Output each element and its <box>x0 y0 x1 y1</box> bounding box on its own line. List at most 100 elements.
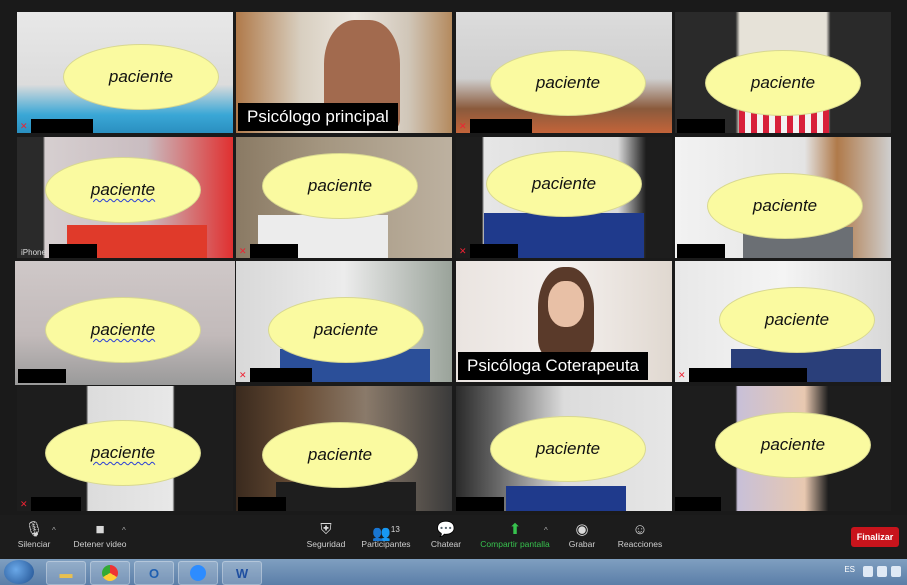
participant-tile[interactable]: paciente ✕ <box>17 386 233 511</box>
participant-tile-host[interactable]: Psicólogo principal <box>236 12 452 133</box>
video-label: Detener video <box>73 539 127 549</box>
redacted-name <box>456 497 504 511</box>
muted-icon: ✕ <box>20 499 28 509</box>
anonymizing-ellipse: paciente <box>63 44 219 110</box>
reactions-label: Reacciones <box>617 539 663 549</box>
participant-label: paciente <box>531 174 597 193</box>
end-meeting-button[interactable]: Finalizar <box>851 527 899 547</box>
anonymizing-ellipse: paciente <box>45 420 201 486</box>
tray-icon[interactable] <box>877 566 887 577</box>
anonymizing-ellipse: paciente <box>715 412 871 478</box>
therapist-label: Psicóloga Coterapeuta <box>458 352 649 380</box>
participants-label: Participantes <box>361 539 411 549</box>
stop-video-button[interactable]: ■ Detener video <box>72 521 128 549</box>
share-label: Compartir pantalla <box>480 539 550 549</box>
outlook-letter: O <box>148 565 160 581</box>
people-icon: 👥13 <box>372 525 400 542</box>
windows-taskbar: ▬ O W ES <box>0 559 907 585</box>
participant-tile-cotherapist[interactable]: Psicóloga Coterapeuta <box>456 261 672 382</box>
muted-icon: ✕ <box>20 121 28 131</box>
record-button[interactable]: ◉ Grabar <box>566 521 598 549</box>
zoom-icon[interactable] <box>178 561 218 585</box>
redacted-name <box>470 119 532 133</box>
chat-label: Chatear <box>430 539 462 549</box>
anonymizing-ellipse: paciente <box>705 50 861 116</box>
security-label: Seguridad <box>306 539 346 549</box>
participant-tile-active-speaker[interactable]: paciente <box>15 261 235 385</box>
mute-button[interactable]: 🎙 Silenciar <box>16 521 52 549</box>
start-button-icon[interactable] <box>4 560 34 584</box>
participant-tile[interactable]: paciente <box>675 386 891 511</box>
participant-count: 13 <box>390 525 400 534</box>
anonymizing-ellipse: paciente <box>268 297 424 363</box>
share-screen-button[interactable]: ⬆ Compartir pantalla <box>478 521 552 549</box>
anonymizing-ellipse: paciente <box>262 153 418 219</box>
participant-label: paciente <box>90 443 156 462</box>
language-indicator[interactable]: ES <box>844 565 855 574</box>
redacted-name <box>31 497 81 511</box>
redacted-name <box>18 369 66 383</box>
chat-button[interactable]: 💬 Chatear <box>428 521 464 549</box>
participant-label: paciente <box>307 445 373 464</box>
redacted-name <box>677 119 725 133</box>
video-options-chevron-icon[interactable]: ^ <box>122 526 126 535</box>
redacted-name <box>238 497 286 511</box>
participant-label: paciente <box>108 67 174 86</box>
participant-tile[interactable]: paciente ✕ <box>17 12 233 133</box>
participant-tile[interactable]: paciente ✕ <box>236 137 452 258</box>
participant-label: paciente <box>764 310 830 329</box>
participant-tile[interactable]: paciente ✕ <box>675 261 891 382</box>
share-arrow-icon: ⬆ <box>508 521 522 538</box>
muted-icon: ✕ <box>678 370 686 380</box>
shield-icon: ⛨ <box>320 521 332 538</box>
camera-icon: ■ <box>95 521 105 538</box>
tray-icon[interactable] <box>863 566 873 577</box>
participant-label: paciente <box>750 73 816 92</box>
therapist-label: Psicólogo principal <box>238 103 398 131</box>
redacted-name <box>677 244 725 258</box>
muted-icon: ✕ <box>239 246 247 256</box>
participant-tile[interactable]: paciente <box>236 386 452 511</box>
anonymizing-ellipse: paciente <box>490 50 646 116</box>
redacted-name <box>250 368 312 382</box>
record-label: Grabar <box>568 539 596 549</box>
outlook-icon[interactable]: O <box>134 561 174 585</box>
microphone-icon: 🎙 <box>24 521 44 538</box>
shirt <box>506 486 626 511</box>
reactions-button[interactable]: ☺ Reacciones <box>616 521 664 549</box>
muted-icon: ✕ <box>239 370 247 380</box>
muted-icon: ✕ <box>459 121 467 131</box>
share-options-chevron-icon[interactable]: ^ <box>544 526 548 535</box>
redacted-name <box>250 244 298 258</box>
audio-options-chevron-icon[interactable]: ^ <box>52 526 56 535</box>
word-icon[interactable]: W <box>222 561 262 585</box>
participant-tile[interactable]: paciente ✕ <box>456 137 672 258</box>
participant-label: paciente <box>307 176 373 195</box>
participant-tile[interactable]: paciente <box>675 137 891 258</box>
file-explorer-icon[interactable]: ▬ <box>46 561 86 585</box>
security-button[interactable]: ⛨ Seguridad <box>305 521 347 549</box>
redacted-name <box>675 497 721 511</box>
participant-tile[interactable]: paciente ✕ <box>236 261 452 382</box>
participant-tile[interactable]: paciente iPhone <box>17 137 233 258</box>
face <box>548 281 584 327</box>
anonymizing-ellipse: paciente <box>262 422 418 488</box>
anonymizing-ellipse: paciente <box>486 151 642 217</box>
chat-bubble-icon: 💬 <box>436 521 456 538</box>
muted-icon: ✕ <box>459 246 467 256</box>
anonymizing-ellipse: paciente <box>490 416 646 482</box>
participant-tile[interactable]: paciente <box>675 12 891 133</box>
anonymizing-ellipse: paciente <box>719 287 875 353</box>
volume-icon[interactable] <box>891 566 901 577</box>
participant-label: paciente <box>752 196 818 215</box>
participant-tile[interactable]: paciente <box>456 386 672 511</box>
chrome-icon[interactable] <box>90 561 130 585</box>
record-icon: ◉ <box>575 521 589 538</box>
smiley-plus-icon: ☺ <box>632 521 648 538</box>
participant-label: paciente <box>313 320 379 339</box>
participant-tile[interactable]: paciente ✕ <box>456 12 672 133</box>
participants-button[interactable]: 👥13 Participantes <box>360 521 412 549</box>
word-letter: W <box>235 565 249 581</box>
participant-label: paciente <box>90 180 156 199</box>
participant-label: paciente <box>535 439 601 458</box>
